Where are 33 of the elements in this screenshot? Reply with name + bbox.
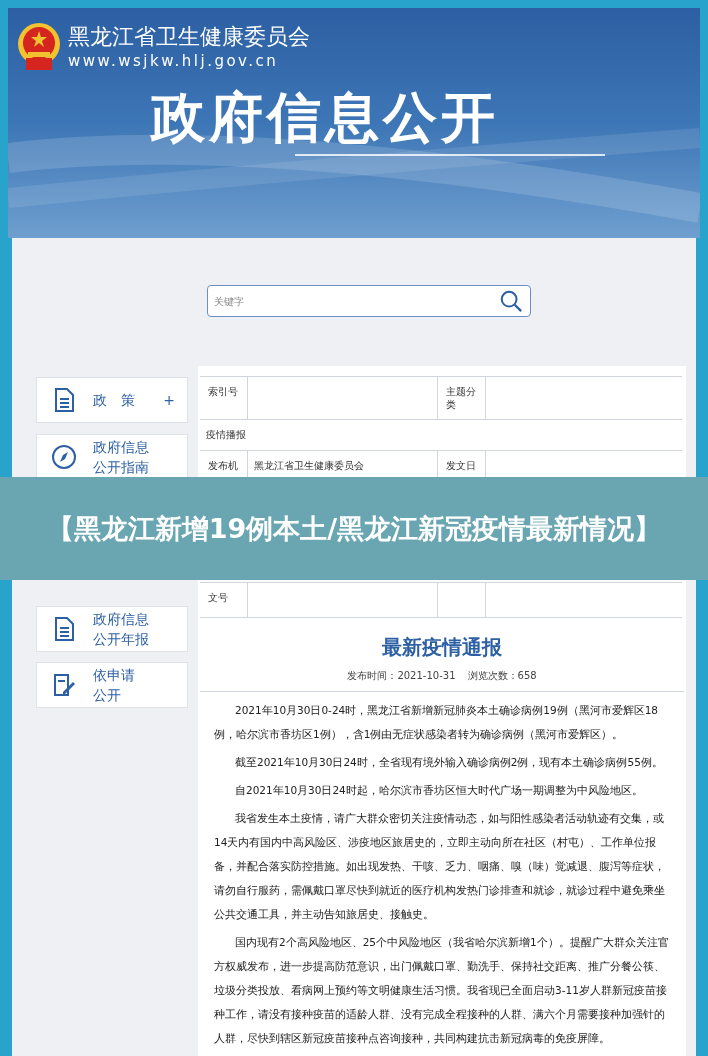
label-cell: 主题分类 <box>438 377 486 419</box>
article-title: 最新疫情通报 <box>381 634 503 661</box>
org-name: 黑龙江省卫生健康委员会 <box>68 23 310 51</box>
article-paragraph: 我省发生本土疫情，请广大群众密切关注疫情动态，如与阳性感染者活动轨迹有交集，或14天内有国内中高风险区、涉疫地区旅居史的，立即主动向所在社区（村屯）、工作单位报备，并配合落实防控措施。如出现发热、干咳、乏力、咽痛、嗅（味）觉减退、腹泻等症状，请勿自行服药，需佩戴口罩尽快到就近的医疗机构发热门诊排查和就诊，就诊过程中避免乘坐公共交通工具，并主动告知旅居史、接触史。 <box>214 811 666 922</box>
article-paragraph: 自2021年10月30日24时起，哈尔滨市香坊区恒大时代广场一期调整为中风险地区。 <box>234 783 644 798</box>
site-url: www.wsjkw.hlj.gov.cn <box>68 51 280 71</box>
sidebar-label: 公开年报 <box>93 630 149 649</box>
label-cell: 索引号 <box>200 377 248 419</box>
article-paragraph: 国内现有2个高风险地区、25个中风险地区（我省哈尔滨新增1个）。提醒广大群众关注官方权威发布，进一步提高防范意识，出门佩戴口罩、勤洗手、保持社交距离、推广分餐公筷、垃圾分类投放、看病网上预约等文明健康生活习惯。我省现已全面启动3-11岁人群新冠疫苗接种工作，请没有接种疫苗的适龄人群、没有完成全程接种的人群、满六个月需要接种加强针的人群，尽快到辖区新冠疫苗接种点咨询接种，共同构建抗击新冠病毒的免疫屏障。 <box>214 935 670 1046</box>
label-cell: 文号 <box>200 583 248 617</box>
page-title: 政府信息公开 <box>149 86 499 150</box>
emblem-icon <box>16 22 62 72</box>
sidebar-label: 公开指南 <box>93 458 149 477</box>
sidebar-item[interactable]: 政府信息 公开指南 <box>36 434 188 480</box>
sidebar-item[interactable]: 政府信息 公开年报 <box>36 606 188 652</box>
headline-text: 【黑龙江新增19例本土/黑龙江新冠疫情最新情况】 <box>46 511 662 546</box>
article-paragraph: 2021年10月30日0-24时，黑龙江省新增新冠肺炎本土确诊病例19例（黑河市爱辉区18例，哈尔滨市香坊区1例），含1例由无症状感染者转为确诊病例（黑河市爱辉区）。 <box>214 703 659 742</box>
compass-icon <box>51 444 77 470</box>
search-icon <box>499 289 523 313</box>
view-count: 浏览次数：658 <box>467 669 537 683</box>
publish-date: 发布时间：2021-10-31 <box>347 669 456 683</box>
edit-icon <box>51 672 77 698</box>
sidebar-item[interactable]: 政 策 + <box>36 377 188 423</box>
sidebar-label: 政府信息 <box>93 438 149 457</box>
sidebar-label: 依申请 <box>93 666 135 685</box>
expand-toggle[interactable]: + <box>163 389 179 411</box>
sidebar-label: 公开 <box>93 686 122 705</box>
value-cell-text: 疫情播报 <box>205 428 247 442</box>
sidebar-label: 政府信息 <box>93 610 149 629</box>
article-paragraph: 截至2021年10月30日24时，全省现有境外输入确诊病例2例，现有本土确诊病例55例。 <box>234 755 664 770</box>
search-field[interactable]: 关键字 <box>207 285 531 317</box>
sidebar-label: 政 策 <box>93 391 135 410</box>
sidebar-item[interactable]: 依申请 公开 <box>36 662 188 708</box>
